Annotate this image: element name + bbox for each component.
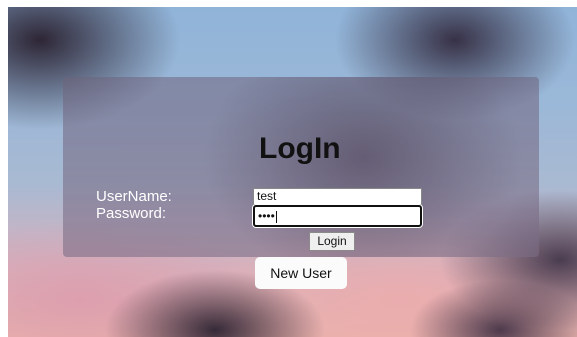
username-value: test: [257, 189, 277, 203]
page-background: LogIn UserName: Password: test •••• Logi…: [0, 0, 577, 337]
frame-left-border: [0, 0, 8, 337]
new-user-button[interactable]: New User: [255, 257, 347, 289]
password-value: ••••: [258, 209, 275, 223]
login-button[interactable]: Login: [309, 232, 355, 251]
text-caret: [275, 210, 277, 223]
username-label: UserName:: [96, 188, 172, 205]
page-title: LogIn: [259, 132, 341, 165]
password-field[interactable]: ••••: [253, 205, 422, 227]
username-field[interactable]: test: [253, 188, 422, 205]
password-label: Password:: [96, 205, 167, 222]
frame-top-border: [0, 0, 577, 7]
login-panel: [63, 77, 539, 257]
